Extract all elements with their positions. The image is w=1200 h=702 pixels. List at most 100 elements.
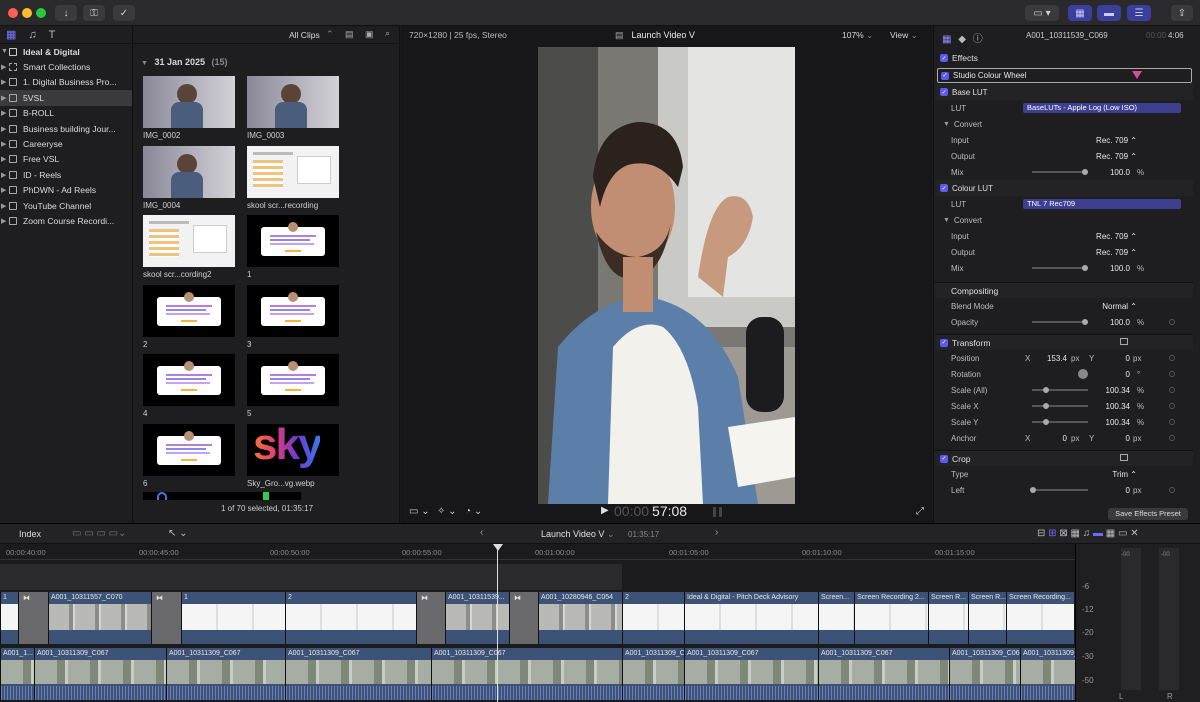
keyframe-icon[interactable]: [1169, 387, 1175, 393]
crop-onscreen-icon[interactable]: [1120, 454, 1128, 461]
disclosure-closed-icon[interactable]: ▶: [0, 94, 9, 102]
browser-clip[interactable]: skool scr...cording2: [143, 215, 235, 279]
timeline-video-clip[interactable]: A001_10311539...: [445, 592, 509, 644]
timeline-av-clip[interactable]: A001_10311309_C067: [34, 648, 166, 700]
libraries-icon[interactable]: ▦: [6, 28, 16, 41]
timeline-ruler[interactable]: 00:00:40:00 00:00:45:00 00:00:50:00 00:00:5…: [0, 544, 1075, 560]
media-button[interactable]: ▭ ▾: [1025, 5, 1059, 21]
browser-clip[interactable]: 5: [247, 354, 339, 418]
convert-header-2[interactable]: ▼ Convert: [935, 212, 1193, 228]
browser-clip[interactable]: sky Sky_Gro...vg.webp: [247, 424, 339, 488]
timeline-video-clip[interactable]: Screen Recording 2...: [854, 592, 928, 644]
browser-clip[interactable]: skool scr...recording: [247, 146, 339, 210]
sidebar-item[interactable]: ▶ Business building Jour...: [0, 121, 132, 136]
crop-left-slider[interactable]: [1032, 489, 1088, 491]
timeline-av-clip[interactable]: A001_10311309_C067: [949, 648, 1020, 700]
browser-clip[interactable]: IMG_0003: [247, 76, 339, 140]
play-button[interactable]: ▶: [601, 505, 609, 516]
mix-slider[interactable]: [1032, 267, 1088, 269]
colour-board-icon[interactable]: [1132, 71, 1142, 79]
minimize-window-button[interactable]: [22, 8, 32, 18]
timeline-av-clip[interactable]: A001_10311309_C067: [684, 648, 818, 700]
keyframe-icon[interactable]: [1169, 355, 1175, 361]
output-popup[interactable]: Rec. 709 ⌃: [1075, 248, 1137, 257]
keyframe-icon[interactable]: [1169, 371, 1175, 377]
colour-lut-header[interactable]: ✓ Colour LUT: [935, 180, 1193, 196]
disclosure-closed-icon[interactable]: ▶: [0, 109, 9, 117]
timeline-video-clip[interactable]: A001_10280946_C054: [538, 592, 622, 644]
crop-type-popup[interactable]: Trim ⌃: [1085, 470, 1137, 479]
transition-clip[interactable]: ⧓: [151, 592, 181, 644]
opacity-value[interactable]: 100.0: [1095, 318, 1130, 327]
rotation-dial[interactable]: [1078, 369, 1088, 379]
filmstrip-icon[interactable]: ▣: [365, 29, 374, 40]
timeline-toggle-button[interactable]: ▬: [1097, 5, 1121, 21]
fullscreen-icon[interactable]: ⤢: [916, 506, 924, 517]
crop-section[interactable]: ✓ Crop: [935, 450, 1193, 466]
disclosure-open-icon[interactable]: ▼: [0, 48, 9, 55]
sidebar-item[interactable]: ▶ PhDWN - Ad Reels: [0, 183, 132, 198]
timeline-av-clip[interactable]: A001_10311309_C067: [622, 648, 684, 700]
compositing-section[interactable]: Compositing: [935, 282, 1193, 298]
crop-left-value[interactable]: 0: [1103, 486, 1130, 495]
transform-section[interactable]: ✓ Transform: [935, 334, 1193, 350]
timeline-video-clip[interactable]: 2: [285, 592, 416, 644]
select-tool-icon[interactable]: ↖ ⌄: [168, 528, 188, 539]
playhead-handle[interactable]: [493, 544, 503, 551]
base-lut-popup[interactable]: BaseLUTs - Apple Log (Low ISO): [1023, 103, 1181, 113]
anchor-y-value[interactable]: 0: [1103, 434, 1130, 443]
scale-all-slider[interactable]: [1032, 389, 1088, 391]
timeline-av-clip[interactable]: A001_10311309_C067: [431, 648, 622, 700]
base-lut-header[interactable]: ✓ Base LUT: [935, 84, 1193, 100]
browser-clip[interactable]: IMG_0004: [143, 146, 235, 210]
blend-mode-popup[interactable]: Normal ⌃: [1085, 302, 1137, 311]
chevron-down-icon[interactable]: ⌄: [607, 529, 615, 540]
disclosure-closed-icon[interactable]: ▶: [0, 217, 9, 225]
save-effects-preset-button[interactable]: Save Effects Preset: [1108, 508, 1188, 520]
timeline-video-clip[interactable]: Ideal & Digital - Pitch Deck Advisory: [684, 592, 818, 644]
browser-clip-partial[interactable]: [143, 492, 301, 500]
view-popup[interactable]: View ⌄: [890, 30, 918, 41]
keywords-button[interactable]: ⚿: [83, 5, 105, 21]
browser-clip[interactable]: 6: [143, 424, 235, 488]
index-button[interactable]: Index: [19, 529, 41, 539]
retime-menu[interactable]: ◔ ⌄: [465, 506, 482, 517]
sidebar-item[interactable]: ▶ Free VSL: [0, 152, 132, 167]
sidebar-item[interactable]: ▶ 5VSL: [0, 90, 132, 106]
scale-y-value[interactable]: 100.34: [1095, 418, 1130, 427]
mix-value[interactable]: 100.0: [1095, 168, 1130, 177]
effects-section[interactable]: ✓ Effects: [935, 50, 1193, 66]
search-icon[interactable]: ⌕: [385, 28, 390, 39]
sidebar-item[interactable]: ▶ Smart Collections: [0, 59, 132, 74]
position-x-value[interactable]: 153.4: [1035, 354, 1067, 363]
sidebar-item[interactable]: ▶ YouTube Channel: [0, 198, 132, 213]
transition-clip[interactable]: ⧓: [509, 592, 538, 644]
rotation-value[interactable]: 0: [1103, 370, 1130, 379]
timeline-video-clip[interactable]: A001_10311557_C070: [48, 592, 151, 644]
colour-lut-popup[interactable]: TNL 7 Rec709: [1023, 199, 1181, 209]
output-popup[interactable]: Rec. 709 ⌃: [1075, 152, 1137, 161]
inspector-toggle-button[interactable]: ☰: [1127, 5, 1151, 21]
sidebar-item[interactable]: ▶ B-ROLL: [0, 106, 132, 121]
timeline-video-clip[interactable]: Screen Recording...: [1006, 592, 1074, 644]
library-header[interactable]: ▼ Ideal & Digital: [0, 44, 132, 59]
mix-slider-knob[interactable]: [1082, 265, 1088, 271]
playhead[interactable]: [497, 544, 498, 702]
transition-clip[interactable]: ⧓: [416, 592, 445, 644]
video-inspector-icon[interactable]: ▦: [942, 34, 951, 45]
crop-checkbox[interactable]: ✓: [940, 454, 948, 463]
scale-x-value[interactable]: 100.34: [1095, 402, 1130, 411]
timeline-av-clip[interactable]: A001_1...: [0, 648, 34, 700]
colour-lut-checkbox[interactable]: ✓: [940, 184, 948, 192]
disclosure-closed-icon[interactable]: ▶: [0, 63, 9, 71]
zoom-window-button[interactable]: [36, 8, 46, 18]
mix-slider[interactable]: [1032, 171, 1088, 173]
timeline-video-clip[interactable]: Screen R...: [968, 592, 1006, 644]
browser-clip[interactable]: 2: [143, 285, 235, 349]
timeline-av-clip[interactable]: A001_10311309_C067: [166, 648, 285, 700]
opacity-slider-knob[interactable]: [1082, 319, 1088, 325]
enhance-menu[interactable]: ✧ ⌄: [437, 506, 457, 517]
scale-x-slider-knob[interactable]: [1043, 403, 1049, 409]
timeline-tools-icons[interactable]: ⊟ ⊞ ⊠ ▦ ♫ ▬ ▦ ▭ ✕: [1037, 528, 1139, 539]
timeline-video-clip[interactable]: 1: [0, 592, 18, 644]
